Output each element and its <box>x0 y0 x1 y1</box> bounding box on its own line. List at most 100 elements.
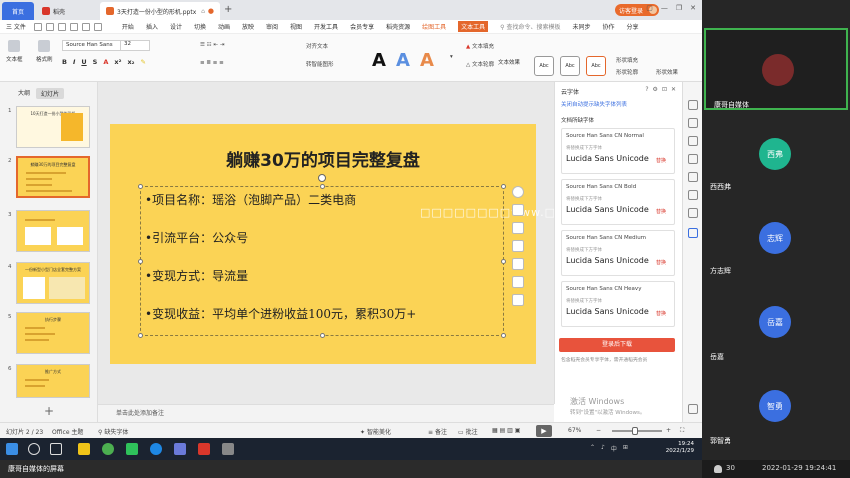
text-style-blue[interactable]: A <box>396 50 410 71</box>
app-icon[interactable] <box>222 443 234 455</box>
format-painter-button[interactable]: 格式刷 <box>36 40 53 63</box>
shadow-icon[interactable]: S <box>93 58 98 66</box>
shape-style-1[interactable]: Abc <box>534 56 554 76</box>
convert-smartart-button[interactable]: 转智能图形 <box>306 60 334 68</box>
text-style-orange[interactable]: A <box>420 50 434 71</box>
pen-icon[interactable] <box>512 222 524 234</box>
replacement-font-select[interactable]: Lucida Sans Unicode <box>566 154 649 163</box>
ime-icon[interactable]: ⊞ <box>623 444 628 453</box>
file-menu[interactable]: 三 文件 <box>6 22 26 31</box>
align-icons[interactable]: ≡ ≣ ≡ ≡ <box>200 60 224 66</box>
active-speaker-tile[interactable]: 康哥自媒体 <box>704 28 848 110</box>
pin-icon[interactable]: ⊡ <box>662 86 667 93</box>
menu-drawing-tools[interactable]: 绘图工具 <box>422 22 446 31</box>
slide-thumb-6[interactable]: 推广方式 <box>16 364 90 398</box>
resize-handle[interactable] <box>501 184 506 189</box>
slide-thumb-4[interactable]: 一份新型小型门店全套完整方案 <box>16 262 90 304</box>
resize-handle[interactable] <box>138 259 143 264</box>
undo-icon[interactable] <box>81 22 90 31</box>
text-style-more-icon[interactable]: ▾ <box>450 54 453 60</box>
shape-effect-button[interactable]: 形状效果 <box>656 68 678 76</box>
replacement-font-select[interactable]: Lucida Sans Unicode <box>566 205 649 214</box>
tool-icon[interactable] <box>688 208 698 218</box>
tab-outline[interactable]: 大纲 <box>18 88 30 99</box>
shape-style-2[interactable]: Abc <box>560 56 580 76</box>
subscript-icon[interactable]: x₂ <box>127 58 134 66</box>
view-buttons[interactable]: ▦ ▤ ▥ ▣ <box>492 427 520 434</box>
menu-insert[interactable]: 插入 <box>146 22 158 31</box>
replace-button[interactable]: 替换 <box>656 310 666 317</box>
open-icon[interactable] <box>33 22 42 31</box>
people-icon[interactable] <box>714 465 722 473</box>
save-icon[interactable] <box>45 22 54 31</box>
slide-thumb-2[interactable]: 躺赚30万的项目完整复盘 <box>16 156 90 198</box>
menu-text-tools[interactable]: 文本工具 <box>458 21 489 32</box>
slide-thumb-3[interactable] <box>16 210 90 252</box>
slide-thumb-5[interactable]: 执行步骤 <box>16 312 90 354</box>
tab-document[interactable]: 3天打造一份小型的形机.pptx ⌂ ● <box>100 2 220 20</box>
slide-title[interactable]: 躺赚30万的项目完整复盘 <box>110 146 536 171</box>
resize-handle[interactable] <box>138 333 143 338</box>
rotate-handle-icon[interactable] <box>318 174 326 182</box>
tab-slides[interactable]: 幻灯片 <box>36 88 65 99</box>
tool-icon[interactable] <box>688 100 698 110</box>
close-window-icon[interactable]: ✕ <box>690 4 696 12</box>
shape-fill-button[interactable]: 形状填充 <box>616 56 638 64</box>
volume-icon[interactable]: ♪ <box>601 444 605 453</box>
preview-icon[interactable] <box>69 22 78 31</box>
textbox-button[interactable]: 文本框 <box>6 40 23 63</box>
close-icon[interactable]: ✕ <box>671 86 676 93</box>
missing-font-status[interactable]: ⚲ 缺失字体 <box>98 427 128 436</box>
layout-icon[interactable]: ▢ <box>646 4 653 12</box>
more-icon[interactable] <box>512 294 524 306</box>
current-slide[interactable]: 躺赚30万的项目完整复盘 •项目名称：瑶浴（泡脚产品）二类电商 •引流平台：公众… <box>110 124 536 364</box>
share-button[interactable]: 分享 <box>627 22 639 31</box>
resize-handle[interactable] <box>320 333 325 338</box>
shape-icon[interactable] <box>512 240 524 252</box>
layers-icon[interactable] <box>512 204 524 216</box>
windows-start-icon[interactable] <box>6 443 18 455</box>
help-icon[interactable]: ? <box>645 86 648 93</box>
search-icon[interactable] <box>28 443 40 455</box>
taskbar-clock[interactable]: 19:24 2022/1/29 <box>666 441 694 455</box>
new-tab-icon[interactable]: + <box>224 4 232 15</box>
task-view-icon[interactable] <box>50 443 62 455</box>
menu-start[interactable]: 开始 <box>122 22 134 31</box>
font-size-select[interactable]: 32 <box>120 40 150 51</box>
avatar[interactable]: 智勇 <box>759 390 791 422</box>
menu-view[interactable]: 视图 <box>290 22 302 31</box>
crop-icon[interactable] <box>512 258 524 270</box>
wechat-icon[interactable] <box>126 443 138 455</box>
tool-icon[interactable] <box>688 136 698 146</box>
print-icon[interactable] <box>57 22 66 31</box>
menu-member[interactable]: 会员专享 <box>350 22 374 31</box>
participant-count[interactable]: 30 <box>726 464 735 472</box>
zoom-in-icon[interactable]: + <box>666 427 671 434</box>
sync-status[interactable]: 未同步 <box>572 22 590 31</box>
menu-transition[interactable]: 切换 <box>194 22 206 31</box>
resize-handle[interactable] <box>320 184 325 189</box>
tab-docer[interactable]: 稻壳 <box>36 2 92 20</box>
superscript-icon[interactable]: x² <box>114 58 121 66</box>
shape-style-3[interactable]: Abc <box>586 56 606 76</box>
smart-beautify-button[interactable]: ✦ 智能美化 <box>360 427 391 436</box>
menu-docer[interactable]: 稻壳资源 <box>386 22 410 31</box>
network-icon[interactable]: ⌃ <box>590 444 595 453</box>
tool-icon[interactable] <box>688 172 698 182</box>
add-slide-button[interactable]: + <box>44 404 54 418</box>
resize-handle[interactable] <box>138 184 143 189</box>
zoom-slider-handle[interactable] <box>632 427 638 435</box>
bold-icon[interactable]: B <box>62 58 67 66</box>
tab-home[interactable]: 首页 <box>2 2 34 20</box>
disable-prompt-link[interactable]: 关闭自动提示缺失字体列表 <box>561 100 627 108</box>
avatar[interactable]: 志辉 <box>759 222 791 254</box>
text-fill-button[interactable]: ▲ 文本填充 <box>466 42 494 50</box>
menu-slideshow[interactable]: 放映 <box>242 22 254 31</box>
align-text-button[interactable]: 对齐文本 <box>306 42 328 50</box>
slide-thumb-1[interactable]: 10天打造一份小型的形机 <box>16 106 90 148</box>
collapse-icon[interactable] <box>512 186 524 198</box>
tool-icon[interactable] <box>688 118 698 128</box>
tab-close-icon[interactable]: ⌂ <box>201 8 205 15</box>
resize-handle[interactable] <box>501 333 506 338</box>
notes-bar[interactable]: 单击此处添加备注 <box>98 404 554 422</box>
